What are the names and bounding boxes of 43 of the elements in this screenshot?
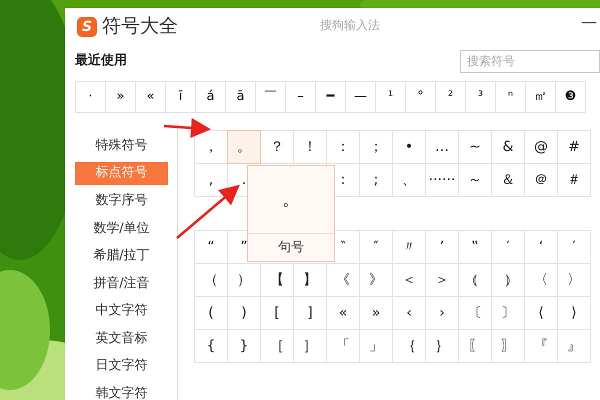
- symbol-cell[interactable]: ❸: [555, 81, 586, 113]
- logo-icon: S: [77, 16, 97, 36]
- symbol-cell[interactable]: »: [105, 81, 136, 113]
- symbol-cell[interactable]: ━: [315, 81, 346, 113]
- category-tab[interactable]: 数字序号: [75, 187, 168, 214]
- arrow: [164, 118, 211, 138]
- category-tab[interactable]: 日文字符: [75, 352, 168, 380]
- category-tab[interactable]: 拼音/注音: [75, 270, 168, 297]
- symbol-cell[interactable]: ·: [75, 81, 106, 113]
- symbol-cell[interactable]: ²: [435, 81, 466, 113]
- preview-symbol: 。: [281, 188, 301, 212]
- arrow: [176, 184, 240, 239]
- symbol-cell[interactable]: 』: [557, 329, 591, 363]
- category-tab[interactable]: 韩文字符: [75, 380, 168, 400]
- search-field[interactable]: 搜索符号: [460, 50, 600, 72]
- symbol-cell[interactable]: {: [194, 329, 228, 363]
- symbol-cell[interactable]: —: [345, 81, 376, 113]
- minimize-button[interactable]: —: [577, 10, 600, 34]
- category-tab[interactable]: 中文字符: [75, 297, 168, 324]
- symbol-cell[interactable]: á: [195, 81, 226, 113]
- symbol-cell[interactable]: #: [557, 130, 591, 164]
- category-tab[interactable]: 特殊符号: [75, 132, 168, 160]
- symbol-cell[interactable]: ㎡: [525, 81, 556, 113]
- app-name: 搜狗输入法: [320, 17, 380, 34]
- category-tab[interactable]: 希腊/拉丁: [75, 242, 168, 270]
- symbol-cell[interactable]: –: [285, 81, 316, 113]
- symbol-cell[interactable]: ′: [557, 230, 591, 264]
- symbol-cell[interactable]: °: [405, 81, 436, 113]
- symbol-name: 句号: [248, 233, 334, 261]
- symbol-cell[interactable]: ＃: [557, 163, 591, 197]
- symbol-cell[interactable]: ¹: [375, 81, 406, 113]
- symbol-cell[interactable]: «: [135, 81, 166, 113]
- category-tab[interactable]: 数学/单位: [75, 214, 168, 242]
- section-label: 最近使用: [75, 52, 127, 70]
- category-tab[interactable]: 英文音标: [75, 324, 168, 352]
- symbol-cell[interactable]: ī: [165, 81, 196, 113]
- symbol-cell[interactable]: “: [194, 230, 228, 264]
- symbol-cell[interactable]: ³: [465, 81, 496, 113]
- symbol-cell[interactable]: ⁿ: [495, 81, 526, 113]
- symbol-cell[interactable]: ā: [225, 81, 256, 113]
- symbol-cell[interactable]: 。: [227, 130, 261, 164]
- window-title: 符号大全: [102, 14, 178, 40]
- symbol-cell[interactable]: ￣: [255, 81, 286, 113]
